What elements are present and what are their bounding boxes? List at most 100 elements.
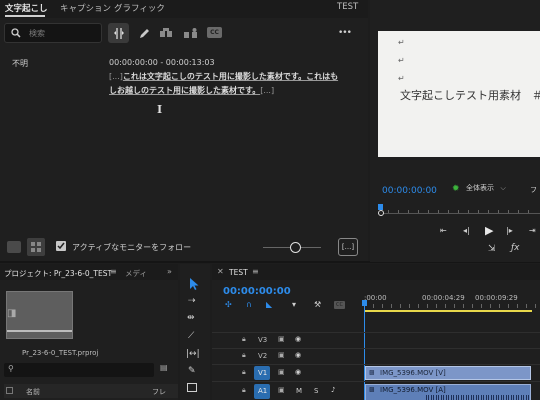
grid-view-icon[interactable]	[27, 238, 45, 256]
eye-icon[interactable]: ◉	[295, 351, 301, 359]
film-icon[interactable]: ▣	[278, 386, 285, 394]
timeline-timecode[interactable]: 00:00:00:00	[223, 286, 291, 297]
track-row-v1: 🔒︎ V1 ▣ ◉ ▩ IMG_5396.MOV [V]	[212, 364, 540, 380]
transcript-text-block[interactable]: [...]これは文字起こしのテスト用に撮影した素材です。これはもしお越しのテスト…	[109, 70, 344, 98]
more-menu-icon[interactable]: •••	[338, 28, 352, 38]
speaker-icon[interactable]	[183, 25, 199, 41]
lock-icon[interactable]: 🔒︎	[242, 351, 246, 360]
speaker-label: 不明	[12, 59, 28, 68]
mute-button[interactable]: M	[296, 387, 302, 395]
col-frame-rate-header[interactable]: フレ	[152, 387, 166, 397]
caption-track-icon[interactable]	[7, 241, 21, 253]
close-icon[interactable]: ✕	[217, 267, 224, 276]
step-forward-icon[interactable]: |▸	[506, 226, 513, 235]
ruler-label-1: 00:00:04:29	[422, 294, 465, 302]
tab-graphics[interactable]: グラフィック	[114, 2, 165, 14]
new-bin-icon[interactable]: ▤	[160, 363, 168, 372]
frame-title-text: 文字起こしテスト用素材 ＃	[400, 89, 540, 102]
monitor-scrub-bar[interactable]	[378, 201, 540, 217]
monitor-timecode[interactable]: 00:00:00:00	[382, 186, 437, 196]
transport-controls: ⇤ ◂| ▶ |▸ ⇥ ⇲ ƒx	[370, 224, 540, 258]
marker-icon[interactable]: ▾	[292, 300, 296, 309]
camera-export-icon[interactable]: ⇲	[488, 244, 496, 254]
step-back-icon[interactable]: ◂|	[463, 226, 470, 235]
chevron-down-icon: ⌵	[500, 184, 506, 192]
playhead-marker[interactable]	[362, 300, 367, 306]
panel-overflow-icon[interactable]: »	[167, 267, 172, 276]
solo-button[interactable]: S	[314, 387, 318, 395]
sequence-tab[interactable]: TEST	[229, 268, 248, 277]
segment-options-button[interactable]: [...]	[338, 238, 358, 256]
track-name-v2[interactable]: V2	[258, 352, 267, 360]
thumbnail-strip	[7, 330, 72, 332]
captions-icon[interactable]: CC	[207, 27, 222, 38]
track-name-a1: A1	[258, 387, 268, 395]
hamburger-icon[interactable]: ≡	[252, 267, 259, 276]
follow-monitor-label: アクティブなモニターをフォロー	[72, 243, 192, 252]
pen-tool-icon[interactable]: ✎	[188, 366, 196, 376]
text-panel: 文字起こし キャプション グラフィック TEST 検索 CC ••• 不明 00…	[0, 0, 368, 262]
film-icon[interactable]: ▣	[278, 351, 285, 359]
razor-tool-icon[interactable]: ⟋	[188, 331, 194, 341]
ripple-edit-tool-icon[interactable]: ⇹	[187, 313, 195, 323]
add-marker-icon[interactable]: ◣	[266, 300, 272, 309]
linked-selection-icon[interactable]: ∩	[246, 300, 252, 309]
search-icon: ⚲	[8, 364, 14, 373]
tab-captions[interactable]: キャプション	[60, 2, 111, 14]
lock-icon[interactable]: 🔒︎	[242, 368, 246, 377]
eye-icon[interactable]: ◉	[295, 335, 301, 343]
slip-tool-icon[interactable]: |↔|	[186, 349, 200, 359]
frame-line-3: ↵	[398, 74, 405, 83]
wrench-icon[interactable]: ⚒	[314, 300, 321, 309]
track-name-v3[interactable]: V3	[258, 336, 267, 344]
clip-a1[interactable]: ▩ IMG_5396.MOV [A]	[365, 384, 531, 400]
search-field[interactable]: 検索	[4, 23, 102, 43]
fx-icon[interactable]: ƒx	[511, 243, 520, 253]
zoom-select[interactable]: 全体表示 ⌵	[466, 183, 522, 196]
play-icon[interactable]: ▶	[485, 224, 493, 237]
selection-tool-icon[interactable]	[185, 276, 203, 292]
project-search-field[interactable]: ⚲	[4, 363, 154, 377]
col-checkbox[interactable]	[6, 387, 13, 394]
rectangle-tool-icon[interactable]	[187, 383, 197, 392]
ruler-ticks	[364, 304, 540, 308]
work-area-bar[interactable]	[364, 310, 532, 312]
go-to-out-icon[interactable]: ⇥	[529, 226, 536, 235]
pencil-icon[interactable]	[136, 25, 152, 41]
hamburger-icon[interactable]: ≡	[110, 267, 117, 276]
quality-select-partial[interactable]: フ	[530, 185, 537, 195]
ellipsis-start: [...]	[109, 72, 123, 81]
scrub-ticks	[388, 210, 538, 213]
transcript-text: これは文字起こしのテスト用に撮影した素材です。これはもしお越しのテスト用に撮影し…	[109, 72, 339, 95]
eye-icon[interactable]: ◉	[295, 368, 301, 376]
project-title[interactable]: プロジェクト: Pr_23-6-0_TEST	[4, 268, 112, 279]
captions-track-icon[interactable]: CC	[334, 301, 345, 309]
snap-icon[interactable]: ✣	[225, 300, 232, 309]
timeline-tools: ✣ ∩ ◣ ▾ ⚒ CC	[222, 300, 362, 312]
search-icon	[11, 28, 21, 38]
split-segment-button[interactable]	[108, 23, 129, 43]
program-monitor: ↵ ↵ ↵ 文字起こしテスト用素材 ＃ 00:00:00:00 ✹ 全体表示 ⌵…	[370, 0, 540, 262]
scrub-handle[interactable]	[378, 210, 384, 216]
track-row-v3: 🔒︎ V3 ▣ ◉	[212, 332, 540, 347]
follow-monitor-checkbox[interactable]	[56, 241, 66, 251]
track-select-tool-icon[interactable]: ⇢	[188, 296, 196, 306]
text-panel-toolbar: 検索 CC •••	[0, 22, 368, 46]
tab-transcript[interactable]: 文字起こし	[5, 2, 48, 14]
go-to-in-icon[interactable]: ⇤	[440, 226, 447, 235]
merge-segments-icon[interactable]	[158, 25, 174, 41]
film-icon[interactable]: ▣	[278, 335, 285, 343]
project-panel: プロジェクト: Pr_23-6-0_TEST ≡ メディ » ◨ Pr_23-6…	[0, 264, 178, 400]
scrub-track	[378, 213, 540, 214]
col-name-header[interactable]: 名前	[26, 387, 40, 397]
film-icon[interactable]: ▣	[278, 368, 285, 376]
time-ruler[interactable]: :00:00 00:00:04:29 00:00:09:29	[364, 292, 540, 316]
tab-media-browser[interactable]: メディ	[125, 268, 147, 279]
text-panel-tabbar: 文字起こし キャプション グラフィック TEST	[0, 0, 368, 18]
clip-v1[interactable]: ▩ IMG_5396.MOV [V]	[365, 366, 531, 380]
lock-icon[interactable]: 🔒︎	[242, 386, 246, 395]
lock-icon[interactable]: 🔒︎	[242, 335, 246, 344]
tools-panel: ⇢ ⇹ ⟋ |↔| ✎	[180, 264, 210, 400]
zoom-slider-handle[interactable]	[290, 242, 301, 253]
mic-icon[interactable]: ♪	[331, 386, 335, 394]
